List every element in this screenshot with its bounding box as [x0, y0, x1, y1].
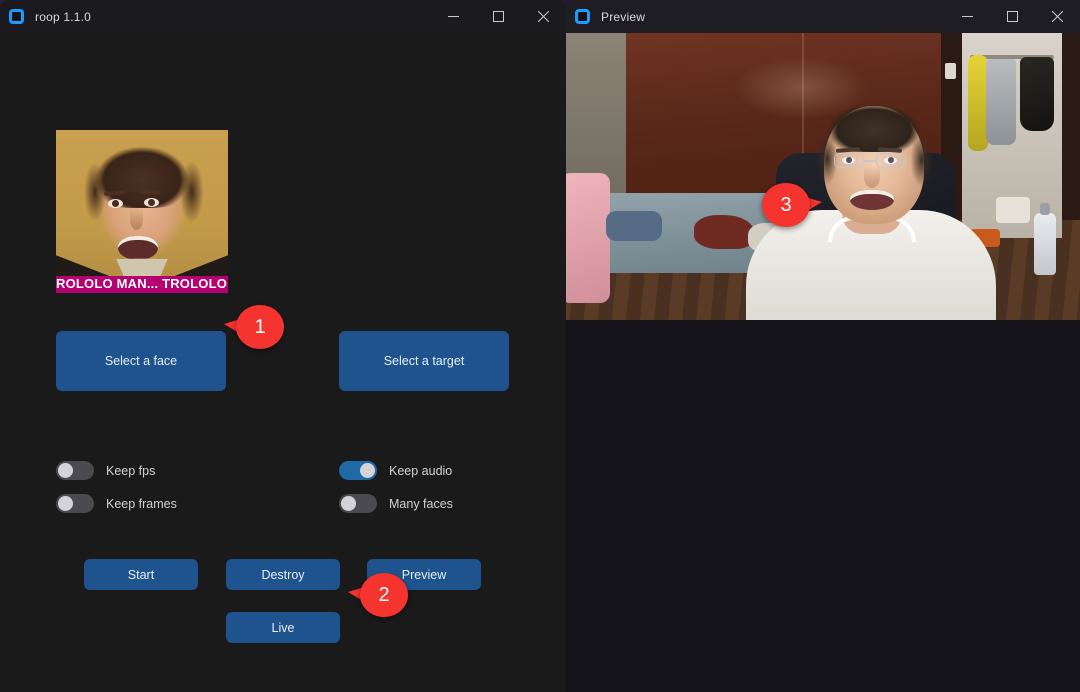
toggle-label-keep-fps: Keep fps — [106, 463, 156, 478]
app-icon — [575, 9, 590, 24]
toggle-label-keep-frames: Keep frames — [106, 496, 177, 511]
start-button[interactable]: Start — [84, 559, 198, 590]
webcam-preview-feed — [566, 33, 1080, 320]
toggle-label-many-faces: Many faces — [389, 496, 453, 511]
maximize-icon[interactable] — [990, 0, 1035, 33]
preview-titlebar[interactable]: Preview — [566, 0, 1080, 33]
toggle-label-keep-audio: Keep audio — [389, 463, 453, 478]
minimize-icon[interactable] — [945, 0, 990, 33]
screen: 公众号 · 量子位 roop 1.1.0 — [0, 0, 1080, 692]
source-face-thumbnail[interactable]: ROLOLO MAN... TROLOLO SON — [56, 130, 228, 293]
select-face-button[interactable]: Select a face — [56, 331, 226, 391]
source-face-image — [56, 130, 228, 293]
close-icon[interactable] — [521, 0, 566, 33]
preview-button[interactable]: Preview — [367, 559, 481, 590]
window-controls — [431, 0, 566, 33]
switch-row-keep-fps[interactable]: Keep fps — [56, 461, 155, 480]
select-target-button[interactable]: Select a target — [339, 331, 509, 391]
minimize-icon[interactable] — [431, 0, 476, 33]
webcam-subject — [746, 90, 996, 320]
thumbnail-caption: ROLOLO MAN... TROLOLO SON — [56, 276, 228, 293]
preview-window-title: Preview — [601, 9, 646, 24]
close-icon[interactable] — [1035, 0, 1080, 33]
live-button[interactable]: Live — [226, 612, 340, 643]
switch-row-many-faces[interactable]: Many faces — [339, 494, 453, 513]
roop-titlebar[interactable]: roop 1.1.0 — [0, 0, 566, 33]
toggle-keep-fps[interactable] — [56, 461, 94, 480]
app-icon — [9, 9, 24, 24]
toggle-many-faces[interactable] — [339, 494, 377, 513]
switch-row-keep-frames[interactable]: Keep frames — [56, 494, 177, 513]
destroy-button[interactable]: Destroy — [226, 559, 340, 590]
preview-window-controls — [945, 0, 1080, 33]
thumbnail-caption-text: ROLOLO MAN... TROLOLO SON — [56, 276, 228, 291]
toggle-keep-frames[interactable] — [56, 494, 94, 513]
window-title: roop 1.1.0 — [35, 9, 92, 24]
maximize-icon[interactable] — [476, 0, 521, 33]
roop-body: ROLOLO MAN... TROLOLO SON Select a face … — [0, 33, 566, 692]
switch-row-keep-audio[interactable]: Keep audio — [339, 461, 452, 480]
roop-main-window: roop 1.1.0 ROLOLO MAN... TROLOLO Select … — [0, 0, 566, 692]
preview-window: Preview — [566, 0, 1080, 692]
toggle-keep-audio[interactable] — [339, 461, 377, 480]
